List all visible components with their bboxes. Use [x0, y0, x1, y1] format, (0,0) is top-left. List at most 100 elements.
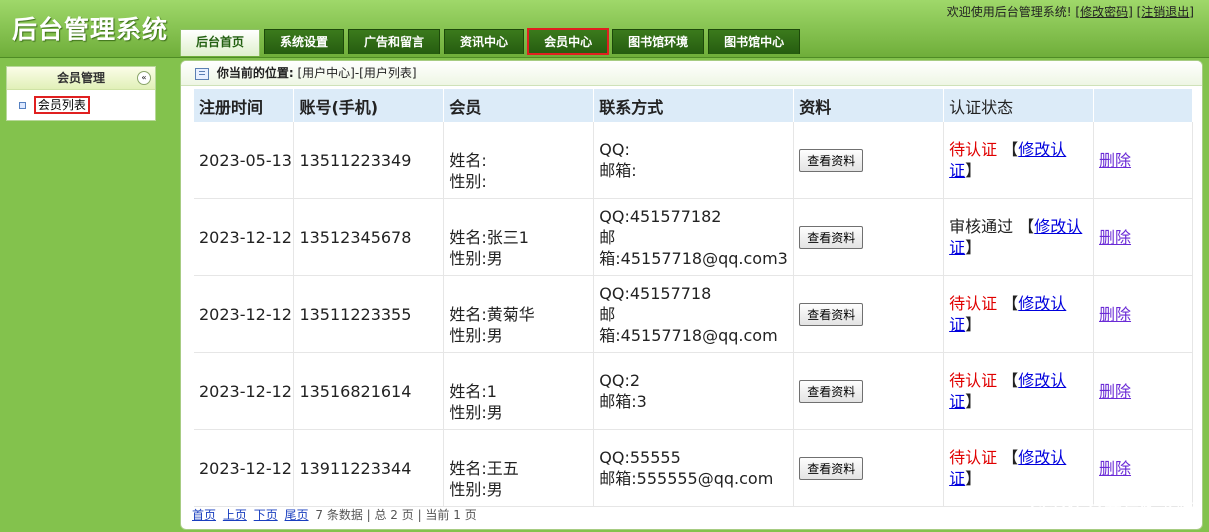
bracket-open: 【 — [1002, 140, 1019, 159]
profile-cell: 查看资料 — [793, 122, 945, 199]
contact-qq: QQ: — [599, 140, 630, 159]
contact-email: 邮箱:3 — [599, 392, 647, 411]
actions-cell: 删除 — [1093, 352, 1193, 430]
view-profile-button[interactable]: 查看资料 — [799, 302, 864, 326]
delete-link[interactable]: 删除 — [1099, 151, 1131, 170]
actions-cell: 删除 — [1093, 275, 1193, 353]
actions-cell: 删除 — [1093, 198, 1193, 276]
profile-cell: 查看资料 — [793, 429, 945, 507]
bracket-close: 】 — [965, 469, 982, 488]
column-header-member: 会员 — [443, 89, 595, 122]
prev-page-link[interactable]: 上页 — [223, 508, 247, 522]
verification-status: 待认证 — [949, 371, 998, 390]
top-header: 后台管理系统 欢迎使用后台管理系统! [修改密码] [注销退出] 后台首页 系统… — [0, 0, 1209, 58]
main-nav-tabs: 后台首页 系统设置 广告和留言 资讯中心 会员中心 图书馆环境 图书馆中心 — [180, 28, 804, 56]
welcome-bar: 欢迎使用后台管理系统! [修改密码] [注销退出] — [947, 3, 1194, 20]
tab-library-environment[interactable]: 图书馆环境 — [612, 29, 705, 54]
member-name: 姓名:张三1 — [449, 227, 529, 247]
member-table: 注册时间 账号(手机) 会员 联系方式 资料 认证状态 2023-05-13 13… — [194, 89, 1193, 507]
bracket-open: 【 — [1002, 294, 1019, 313]
tab-library-center[interactable]: 图书馆中心 — [708, 29, 801, 54]
view-profile-button[interactable]: 查看资料 — [799, 379, 864, 403]
pagination-summary: 7 条数据 | 总 2 页 | 当前 1 页 — [315, 508, 477, 522]
tab-dashboard[interactable]: 后台首页 — [180, 29, 261, 56]
verification-status: 审核通过 — [949, 217, 1014, 236]
tab-system-settings[interactable]: 系统设置 — [264, 29, 345, 54]
logout-link[interactable]: [注销退出] — [1137, 5, 1194, 19]
account-phone-cell: 13511223349 — [293, 122, 445, 199]
contact-qq: QQ:55555 — [599, 448, 681, 467]
contact-cell: QQ:45157718 邮箱:45157718@qq.com — [593, 275, 795, 353]
profile-cell: 查看资料 — [793, 198, 945, 276]
bracket-open: 【 — [1002, 448, 1019, 467]
account-phone-cell: 13511223355 — [293, 275, 445, 353]
member-info-cell: 姓名: 性别: — [443, 122, 595, 199]
verification-status: 待认证 — [949, 448, 998, 467]
bracket-close: 】 — [965, 161, 982, 180]
list-icon — [195, 67, 209, 80]
app-title: 后台管理系统 — [12, 15, 169, 44]
bracket-close: 】 — [965, 392, 982, 411]
bracket-close: 】 — [965, 315, 982, 334]
tab-ads-messages[interactable]: 广告和留言 — [348, 29, 441, 54]
column-header-register-time: 注册时间 — [194, 89, 295, 122]
contact-cell: QQ: 邮箱: — [593, 122, 795, 199]
bracket-close: 】 — [965, 238, 982, 257]
register-date-cell: 2023-05-13 — [194, 122, 295, 199]
member-gender: 性别:男 — [449, 325, 503, 345]
verification-status-cell: 待认证 【修改认证】 — [943, 275, 1094, 353]
member-info-cell: 姓名:王五 性别:男 — [443, 429, 595, 507]
breadcrumb-label: 你当前的位置: — [216, 66, 294, 80]
main-panel: 你当前的位置: [用户中心]-[用户列表] 注册时间 账号(手机) 会员 联系方… — [180, 60, 1203, 530]
account-phone-cell: 13516821614 — [293, 352, 445, 430]
sidebar-item-label[interactable]: 会员列表 — [33, 96, 90, 114]
bracket-open: 【 — [1018, 217, 1035, 236]
bracket-open: 【 — [1002, 371, 1019, 390]
welcome-text: 欢迎使用后台管理系统! — [946, 5, 1072, 19]
last-page-link[interactable]: 尾页 — [285, 508, 309, 522]
register-date-cell: 2023-12-12 — [194, 275, 295, 353]
delete-link[interactable]: 删除 — [1099, 228, 1131, 247]
verification-status-cell: 待认证 【修改认证】 — [943, 429, 1094, 507]
view-profile-button[interactable]: 查看资料 — [799, 225, 864, 249]
verification-status-cell: 审核通过 【修改认证】 — [943, 198, 1094, 276]
view-profile-button[interactable]: 查看资料 — [799, 148, 864, 172]
account-phone-cell: 13911223344 — [293, 429, 445, 507]
delete-link[interactable]: 删除 — [1099, 382, 1131, 401]
column-header-profile: 资料 — [793, 89, 945, 122]
member-info-cell: 姓名:张三1 性别:男 — [443, 198, 595, 276]
table-row: 2023-12-12 13511223355 姓名:黄菊华 性别:男 QQ:451577… — [194, 275, 1193, 353]
member-name: 姓名:王五 — [449, 458, 519, 478]
member-info-cell: 姓名:1 性别:男 — [443, 352, 595, 430]
sidebar-item-member-list[interactable]: 会员列表 — [7, 90, 155, 120]
tab-member-center[interactable]: 会员中心 — [527, 28, 610, 55]
member-gender: 性别: — [449, 171, 487, 191]
member-name: 姓名:黄菊华 — [449, 304, 535, 324]
contact-cell: QQ:451577182 邮箱:45157718@qq.com3 — [593, 198, 795, 276]
tab-news-center[interactable]: 资讯中心 — [444, 29, 525, 54]
column-header-verification-status: 认证状态 — [943, 89, 1094, 122]
verification-status: 待认证 — [949, 294, 998, 313]
contact-email: 邮箱: — [599, 161, 637, 180]
table-header-row: 注册时间 账号(手机) 会员 联系方式 资料 认证状态 — [194, 89, 1193, 122]
member-info-cell: 姓名:黄菊华 性别:男 — [443, 275, 595, 353]
register-date-cell: 2023-12-12 — [194, 429, 295, 507]
delete-link[interactable]: 删除 — [1099, 459, 1131, 478]
actions-cell: 删除 — [1093, 429, 1193, 507]
verification-status: 待认证 — [949, 140, 998, 159]
first-page-link[interactable]: 首页 — [192, 508, 216, 522]
account-phone-cell: 13512345678 — [293, 198, 445, 276]
contact-cell: QQ:2 邮箱:3 — [593, 352, 795, 430]
member-name: 姓名:1 — [449, 381, 497, 401]
delete-link[interactable]: 删除 — [1099, 305, 1131, 324]
change-password-link[interactable]: [修改密码] — [1075, 5, 1132, 19]
verification-status-cell: 待认证 【修改认证】 — [943, 122, 1094, 199]
table-row: 2023-12-12 13911223344 姓名:王五 性别:男 QQ:55555 邮箱… — [194, 429, 1193, 507]
view-profile-button[interactable]: 查看资料 — [799, 456, 864, 480]
collapse-toggle-icon[interactable]: « — [137, 71, 151, 85]
sidebar: 会员管理 « 会员列表 — [6, 66, 156, 121]
member-gender: 性别:男 — [449, 248, 503, 268]
next-page-link[interactable]: 下页 — [254, 508, 278, 522]
member-name: 姓名: — [449, 150, 487, 170]
sidebar-section-title: 会员管理 — [56, 71, 105, 85]
